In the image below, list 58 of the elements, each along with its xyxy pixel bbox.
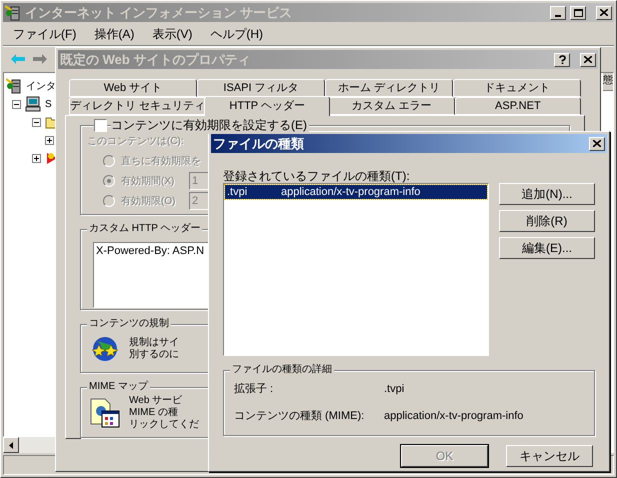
dialog-title: 既定の Web サイトのプロパティ — [60, 50, 252, 69]
description-text: 規制はサイ — [129, 336, 179, 349]
close-button[interactable] — [596, 6, 612, 20]
description-text: Web サービ — [129, 394, 184, 407]
description-text: MIME の種 — [129, 406, 179, 419]
detail-label: コンテンツの種類 (MIME): — [234, 408, 366, 424]
action-button[interactable]: 削除(R) — [499, 210, 595, 232]
close-button[interactable] — [580, 52, 596, 66]
help-button[interactable] — [554, 52, 570, 66]
menu-item[interactable]: 表示(V) — [152, 24, 192, 42]
computer-icon — [25, 96, 41, 112]
minimize-button[interactable] — [550, 6, 566, 20]
tab[interactable]: ISAPI フィルタ — [197, 79, 325, 97]
menu-item[interactable]: ファイル(F) — [13, 24, 76, 42]
server-icon — [6, 78, 22, 94]
dialog-button[interactable]: キャンセル — [506, 445, 593, 467]
document-window-icon — [89, 396, 121, 429]
group-title: ファイルの種類の詳細 — [230, 363, 334, 377]
close-button[interactable] — [589, 136, 605, 150]
maximize-button[interactable] — [570, 6, 586, 20]
tab[interactable]: HTTP ヘッダー — [204, 96, 330, 116]
list-label: 登録されているファイルの種類(T): — [223, 168, 411, 181]
server-icon — [5, 4, 21, 20]
tab[interactable]: ホーム ディレクトリ — [325, 79, 453, 97]
list-row[interactable]: .tvpi application/x-tv-program-info — [225, 185, 487, 199]
menu-item[interactable]: 操作(A) — [94, 24, 134, 42]
tree-item[interactable]: インタ — [26, 78, 56, 94]
prompt-label: このコンテンツは(C): — [87, 135, 184, 149]
action-button[interactable]: 編集(E)... — [499, 237, 595, 259]
mime-text: application/x-tv-program-info — [281, 184, 420, 200]
extension-text: .tvpi — [226, 184, 248, 200]
close-icon — [600, 9, 608, 16]
close-icon — [584, 56, 592, 63]
close-icon — [593, 140, 601, 147]
left-triangle-icon — [9, 442, 13, 448]
detail-label: 拡張子 : — [234, 382, 274, 397]
description-text: リックしてくだ — [129, 418, 199, 431]
detail-value: application/x-tv-program-info — [384, 408, 524, 424]
detail-value: .tvpi — [384, 382, 404, 397]
tab[interactable]: Web サイト — [69, 79, 197, 97]
dialog-title: ファイルの種類 — [213, 134, 305, 153]
tab[interactable]: ASP.NET — [454, 97, 581, 115]
collapse-icon[interactable] — [12, 100, 21, 108]
menu-item[interactable]: ヘルプ(H) — [210, 24, 263, 42]
file-type-list[interactable]: .tvpi application/x-tv-program-info — [223, 183, 489, 356]
collapse-icon[interactable] — [32, 118, 41, 126]
tab[interactable]: カスタム エラー — [328, 97, 455, 115]
action-button[interactable]: 追加(N)... — [499, 183, 595, 205]
tab[interactable]: ディレクトリ セキュリティ — [69, 97, 206, 115]
scroll-left-button[interactable] — [3, 437, 19, 453]
description-text: 別するのに — [129, 348, 179, 361]
expand-icon[interactable] — [45, 136, 54, 144]
forward-arrow-icon[interactable] — [33, 54, 47, 64]
question-mark-icon — [558, 55, 566, 64]
tab[interactable]: ドキュメント — [453, 79, 581, 97]
expand-icon[interactable] — [32, 154, 41, 162]
tree-item[interactable]: S — [45, 96, 52, 112]
column-header[interactable]: 態 — [603, 73, 613, 91]
